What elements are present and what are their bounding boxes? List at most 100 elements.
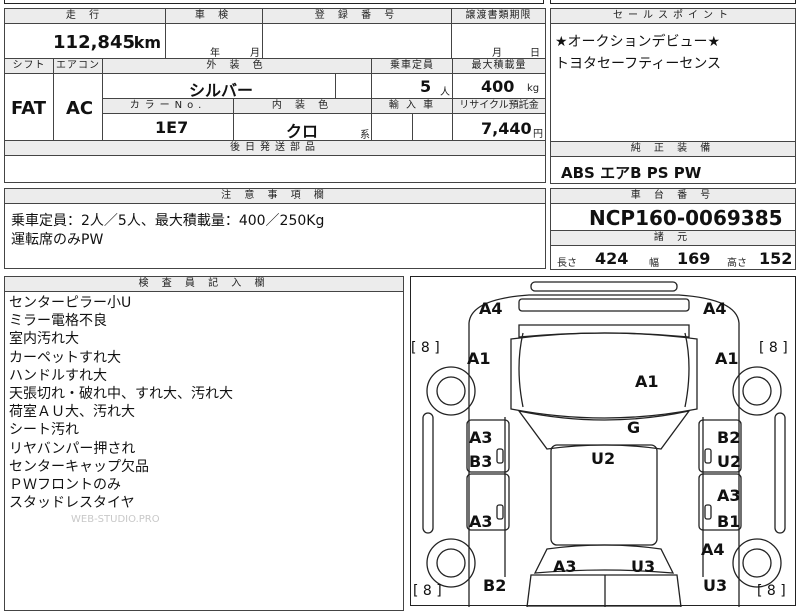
aircon-header: エアコン — [53, 58, 103, 74]
transfer-deadline-cell: 月 日 — [451, 23, 546, 59]
shift-cell: FAT — [4, 73, 54, 141]
color-no-header: カラーNo. — [102, 98, 234, 114]
note-line: ハンドルすれ大 — [9, 367, 107, 384]
capacity-header: 乗車定員 — [371, 58, 453, 74]
exterior-color-extra — [335, 73, 372, 99]
standard-equipment-cell: ABS エアB PS PW — [550, 156, 796, 184]
color-no-cell: 1E7 — [102, 113, 234, 141]
height-label: 高さ — [727, 258, 747, 269]
cautions-cell: 乗車定員：2人／5人、最大積載量：400／250Kg 運転席のみPW — [4, 203, 546, 269]
label-windshield: G — [627, 418, 641, 437]
capacity-value: 5 — [420, 77, 432, 96]
interior-color-cell: クロ 系 — [233, 113, 372, 141]
top-partial-strip-right — [550, 0, 796, 4]
label-fender-fl: A1 — [467, 349, 491, 368]
import-header: 輸 入 車 — [371, 98, 453, 114]
capacity-cell: 5 人 — [371, 73, 453, 99]
watermark: WEB-STUDIO.PRO — [71, 514, 160, 525]
registration-cell — [262, 23, 452, 59]
width-label: 幅 — [649, 258, 659, 269]
note-line: カーペットすれ大 — [9, 349, 121, 366]
max-load-cell: 400 kg — [452, 73, 546, 99]
caution-line-2: 運転席のみPW — [11, 232, 104, 248]
chassis-value: NCP160-0069385 — [589, 206, 783, 230]
label-roof: U2 — [591, 449, 616, 468]
shift-value: FAT — [11, 98, 47, 119]
mileage-value: 112,845 — [53, 32, 135, 53]
color-no-value: 1E7 — [155, 118, 189, 137]
note-line: ＰＷフロントのみ — [9, 477, 121, 494]
transfer-month-unit: 月 — [492, 48, 502, 59]
label-door-rr-top: A3 — [717, 486, 741, 505]
chassis-header: 車 台 番 号 — [550, 188, 796, 204]
label-front-right: A4 — [703, 299, 727, 318]
inspection-year-unit: 年 — [210, 48, 220, 59]
note-line: シート汚れ — [9, 422, 79, 439]
exterior-color-cell: シルバー — [102, 73, 336, 99]
recycle-header: リサイクル預託金 — [452, 98, 546, 114]
sales-point-2: トヨタセーフティーセンス — [555, 56, 722, 72]
label-rear-center-left: A3 — [553, 557, 577, 576]
transfer-deadline-header: 譲渡書類期限 — [451, 8, 546, 24]
max-load-unit: kg — [527, 83, 540, 94]
label-rear-left: B2 — [483, 576, 507, 595]
tire-front-right: [ 8 ] — [759, 340, 788, 356]
label-hood: A1 — [635, 372, 659, 391]
note-line: リヤバンパー押され — [9, 440, 136, 457]
note-line: スタッドレスタイヤ — [9, 495, 135, 512]
width-value: 169 — [677, 249, 711, 268]
label-door-rl-top: A3 — [469, 512, 493, 531]
label-door-fl-top: A3 — [469, 428, 493, 447]
label-door-fl-bottom: B3 — [469, 452, 493, 471]
note-line: 天張切れ・破れ中、すれ大、汚れ大 — [9, 386, 233, 403]
mileage-header: 走 行 — [4, 8, 166, 24]
mileage-unit: km — [133, 33, 161, 52]
height-value: 152 — [759, 249, 793, 268]
note-line: 荷室ＡＵ大、汚れ大 — [9, 404, 135, 421]
cautions-header: 注 意 事 項 欄 — [4, 188, 546, 204]
standard-equipment-value: ABS エアB PS PW — [561, 164, 702, 182]
label-rear-center-right: U3 — [631, 557, 656, 576]
transfer-day-unit: 日 — [530, 48, 540, 59]
tire-front-left: [ 8 ] — [411, 340, 440, 356]
import-cell-a — [371, 113, 413, 141]
inspector-notes-header: 検 査 員 記 入 欄 — [4, 276, 404, 292]
max-load-header: 最大積載量 — [452, 58, 546, 74]
dimensions-header: 諸 元 — [550, 230, 796, 246]
max-load-value: 400 — [481, 77, 515, 96]
note-line: センターキャップ欠品 — [9, 458, 149, 475]
standard-equipment-header: 純 正 装 備 — [550, 141, 796, 157]
inspection-header: 車 検 — [165, 8, 263, 24]
length-value: 424 — [595, 249, 629, 268]
chassis-cell: NCP160-0069385 — [550, 203, 796, 231]
inspection-cell: 年 月 — [165, 23, 263, 59]
later-parts-cell — [4, 155, 546, 183]
label-door-fr-bottom: U2 — [717, 452, 742, 471]
aircon-cell: AC — [53, 73, 103, 141]
car-damage-diagram: A4 A4 [ 8 ] [ 8 ] A1 A1 A1 G A3 B3 B2 U2… — [410, 276, 796, 607]
vehicle-info-form: 走 行 車 検 登 録 番 号 譲渡書類期限 112,845 km 年 月 月 … — [4, 8, 546, 156]
caution-line-1: 乗車定員：2人／5人、最大積載量：400／250Kg — [11, 213, 325, 229]
exterior-color-value: シルバー — [189, 81, 254, 99]
note-line: センターピラー小U — [9, 295, 132, 311]
label-fender-fr: A1 — [715, 349, 739, 368]
recycle-cell: 7,440 円 — [452, 113, 546, 141]
sales-point-1: ★オークションデビュー★ — [555, 34, 721, 50]
interior-color-suffix: 系 — [360, 130, 370, 141]
shift-header: シフト — [4, 58, 54, 74]
label-rear-right: U3 — [703, 576, 728, 595]
inspector-notes-cell: センターピラー小U ミラー電格不良 室内汚れ大 カーペットすれ大 ハンドルすれ大… — [4, 291, 404, 611]
label-front-left: A4 — [479, 299, 503, 318]
tire-rear-right: [ 8 ] — [757, 583, 786, 599]
label-door-fr-top: B2 — [717, 428, 741, 447]
top-partial-strip — [4, 0, 544, 4]
length-label: 長さ — [557, 258, 577, 269]
aircon-value: AC — [66, 98, 94, 119]
dimensions-cell: 長さ 424 幅 169 高さ 152 — [550, 245, 796, 270]
mileage-cell: 112,845 km — [4, 23, 166, 59]
note-line: ミラー電格不良 — [9, 313, 107, 330]
interior-color-header: 内 装 色 — [233, 98, 372, 114]
inspection-month-unit: 月 — [250, 48, 260, 59]
exterior-color-header: 外 装 色 — [102, 58, 372, 74]
registration-header: 登 録 番 号 — [262, 8, 452, 24]
